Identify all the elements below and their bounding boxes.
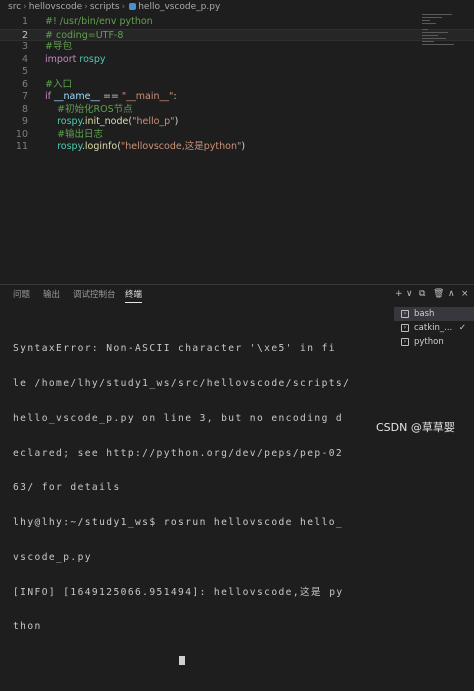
terminal-icon: › [401, 324, 409, 332]
breadcrumb-file[interactable]: hello_vscode_p.py [138, 2, 220, 12]
python-file-icon [129, 3, 137, 10]
chevron-right-icon: › [121, 2, 126, 12]
breadcrumb-scripts[interactable]: scripts [90, 2, 120, 12]
terminal-cursor-line [13, 656, 388, 668]
panel-tabs: 问题 输出 调试控制台 终端 [0, 285, 390, 305]
code-token: ) [174, 116, 179, 127]
code-token: : [173, 91, 177, 102]
code-token: #初始化ROS节点 [45, 103, 133, 115]
terminal-line: [INFO] [1649125066.951494]: hellovscode,… [13, 586, 344, 598]
code-token: rospy [45, 116, 82, 127]
check-icon: ✓ [458, 323, 466, 333]
code-token: __name__ [50, 91, 100, 102]
terminal-line: hello_vscode_p.py on line 3, but no enco… [13, 412, 344, 424]
code-text: rospy.init_node("hello_p") [45, 116, 178, 129]
line-number: 11 [15, 141, 28, 152]
tab-terminal[interactable]: 终端 [125, 285, 143, 305]
split-terminal-icon[interactable]: ⧉ [419, 289, 425, 299]
line-number: 9 [21, 116, 28, 127]
tab-output[interactable]: 输出 [43, 285, 60, 305]
line-number: 5 [21, 66, 28, 77]
code-line[interactable]: 9 rospy.init_node("hello_p") [0, 116, 474, 129]
code-token: #! /usr/bin/env python [45, 16, 153, 27]
code-token: ) [241, 141, 246, 152]
tab-problems[interactable]: 问题 [13, 285, 30, 305]
code-line[interactable]: 3 #导包 [0, 41, 474, 54]
line-number: 7 [21, 91, 28, 102]
code-token: init_node [84, 116, 129, 127]
terminal-toolbar: + ∨ ⧉ 🗑 ∧ × [395, 289, 474, 301]
terminal-cursor [179, 656, 185, 666]
line-number: 6 [21, 78, 28, 90]
chevron-right-icon: › [23, 2, 27, 12]
terminal-item-bash[interactable]: › bash [394, 307, 474, 321]
breadcrumb-hellovscode[interactable]: hellovscode [29, 2, 82, 12]
code-token: "hellovscode,这是python" [120, 141, 242, 152]
line-number: 1 [21, 16, 28, 27]
chevron-right-icon: › [84, 2, 88, 12]
terminal-icon: › [401, 338, 409, 346]
code-token: #输出日志 [45, 128, 104, 140]
maximize-panel-icon[interactable]: ∧ [448, 289, 455, 299]
terminal-item-label: bash [414, 309, 435, 319]
terminal-line: le /home/lhy/study1_ws/src/hellovscode/s… [13, 377, 351, 389]
terminal-line: 63/ for details [13, 482, 121, 494]
code-token: rospy [79, 53, 106, 65]
terminal-line: thon [13, 621, 388, 633]
code-line[interactable]: 7 if __name__ == "__main__": [0, 91, 474, 104]
terminal-list: › bash › catkin_... ✓ › python [394, 307, 474, 349]
add-terminal-icon[interactable]: + [395, 289, 403, 299]
terminal-icon: › [401, 310, 409, 318]
minimap[interactable] [422, 14, 462, 54]
code-line[interactable]: 4 import rospy [0, 54, 474, 67]
code-text: #输出日志 [45, 129, 103, 142]
terminal-item-catkin[interactable]: › catkin_... ✓ [394, 321, 474, 335]
code-token: "__main__" [121, 91, 174, 102]
code-text: #入口 [45, 79, 72, 92]
terminal-output[interactable]: SyntaxError: Non-ASCII character '\xe5' … [13, 320, 388, 691]
code-editor[interactable]: 1 #! /usr/bin/env python 2 # coding=UTF-8 3 #… [0, 14, 474, 284]
code-line[interactable]: 8 #初始化ROS节点 [0, 104, 474, 117]
code-line[interactable]: 5 [0, 66, 474, 79]
code-token: "hello_p" [132, 116, 175, 127]
terminal-line: vscode_p.py [13, 551, 92, 563]
breadcrumb-src[interactable]: src [8, 2, 21, 12]
terminal-item-label: python [414, 337, 444, 347]
code-line[interactable]: 10 #输出日志 [0, 129, 474, 142]
code-text: import rospy [45, 54, 106, 67]
line-number: 3 [21, 41, 28, 52]
code-text: #初始化ROS节点 [45, 104, 133, 117]
terminal-item-python[interactable]: › python [394, 335, 474, 349]
terminal-line: eclared; see http://python.org/dev/peps/… [13, 447, 344, 459]
code-line[interactable]: 11 rospy.loginfo("hellovscode,这是python") [0, 141, 474, 154]
line-number: 10 [15, 128, 28, 140]
code-token: #入口 [45, 78, 72, 90]
breadcrumb: src › hellovscode › scripts › hello_vscode_p.p… [0, 0, 474, 14]
code-text: if __name__ == "__main__": [45, 91, 177, 104]
tab-debug-console[interactable]: 调试控制台 [73, 285, 116, 305]
line-number: 4 [21, 53, 28, 65]
code-token: loginfo [84, 141, 118, 152]
chevron-down-icon[interactable]: ∨ [406, 289, 413, 299]
terminal-line: SyntaxError: Non-ASCII character '\xe5' … [13, 343, 336, 355]
code-line[interactable]: 1 #! /usr/bin/env python [0, 16, 474, 29]
code-line[interactable]: 6 #入口 [0, 79, 474, 92]
close-icon[interactable]: × [461, 289, 469, 299]
code-token: # coding=UTF-8 [45, 29, 124, 41]
trash-icon[interactable]: 🗑 [433, 289, 444, 299]
watermark: CSDN @草草婴 [376, 421, 455, 434]
code-token: #导包 [45, 41, 72, 52]
code-text: #导包 [45, 41, 72, 54]
code-token: == [99, 91, 122, 102]
code-token: import [45, 53, 77, 65]
code-text: #! /usr/bin/env python [45, 16, 153, 29]
line-number: 8 [21, 103, 28, 115]
terminal-line-text: thon [13, 621, 42, 633]
code-text: rospy.loginfo("hellovscode,这是python") [45, 141, 245, 154]
terminal-item-label: catkin_... [414, 323, 453, 333]
terminal-line: lhy@lhy:~/study1_ws$ rosrun hellovscode … [13, 517, 344, 529]
code-line[interactable]: 2 # coding=UTF-8 [0, 28, 474, 41]
code-token: rospy [45, 141, 82, 152]
